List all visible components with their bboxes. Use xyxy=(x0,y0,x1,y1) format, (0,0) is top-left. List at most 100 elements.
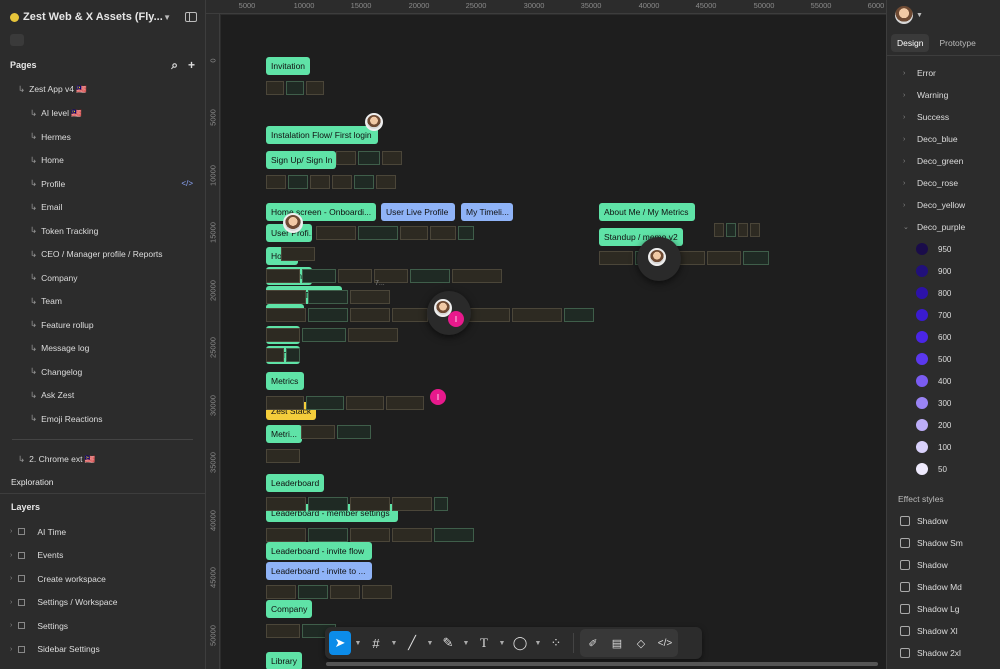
page-item[interactable]: ↳ Token Tracking xyxy=(0,219,205,243)
page-item[interactable]: ↳ Company xyxy=(0,266,205,290)
frame-label[interactable]: About Me / My Metrics xyxy=(599,203,695,221)
comment-pin[interactable]: I xyxy=(430,389,446,405)
pen-tool-icon[interactable]: ✎ xyxy=(437,631,459,655)
components-tool-icon[interactable]: ⁘ xyxy=(545,631,567,655)
style-group[interactable]: › Deco_rose xyxy=(887,172,1000,194)
effect-style-item[interactable]: Shadow Md xyxy=(887,576,1000,598)
layer-item[interactable]: › Settings xyxy=(0,614,205,638)
frame-thumbnail[interactable] xyxy=(564,308,594,322)
dev-mode-icon[interactable]: </> xyxy=(181,179,193,188)
frame-thumbnail[interactable] xyxy=(430,226,456,240)
chevron-right-icon[interactable]: › xyxy=(10,622,12,629)
frame-thumbnail[interactable] xyxy=(386,396,424,410)
collaborator-avatar[interactable] xyxy=(365,113,383,131)
frame-label[interactable]: Leaderboard - invite flow xyxy=(266,542,372,560)
shape-tool-icon[interactable]: ◯ xyxy=(509,631,531,655)
chevron-down-icon[interactable]: ▼ xyxy=(425,631,435,655)
effect-style-item[interactable]: Shadow xyxy=(887,510,1000,532)
frame-label[interactable]: Metri... xyxy=(266,425,302,443)
frame-tool-icon[interactable]: # xyxy=(365,631,387,655)
frame-label[interactable]: Sign Up/ Sign In xyxy=(266,151,336,169)
frame-label[interactable]: Invitation xyxy=(266,57,311,75)
frame-label[interactable]: Metrics xyxy=(266,372,304,390)
frame-thumbnail[interactable] xyxy=(392,497,432,511)
chevron-right-icon[interactable]: › xyxy=(10,646,12,653)
frame-thumbnail[interactable] xyxy=(350,497,390,511)
tab-design[interactable]: Design xyxy=(891,33,930,52)
frame-thumbnail[interactable] xyxy=(266,585,296,599)
frame-thumbnail[interactable] xyxy=(306,396,344,410)
frame-thumbnail[interactable] xyxy=(308,497,348,511)
layer-item[interactable]: › Events xyxy=(0,544,205,568)
page-item[interactable]: ↳ Message log xyxy=(0,337,205,361)
page-item[interactable]: ↳ Email xyxy=(0,196,205,220)
horizontal-scrollbar[interactable] xyxy=(326,662,878,666)
frame-thumbnail[interactable] xyxy=(281,247,315,261)
frame-thumbnail[interactable] xyxy=(434,528,474,542)
chevron-right-icon[interactable]: › xyxy=(10,575,12,582)
chevron-down-icon[interactable]: ▼ xyxy=(353,631,363,655)
collaborator-cursor[interactable] xyxy=(637,237,681,281)
chevron-right-icon[interactable]: › xyxy=(10,528,12,535)
search-icon[interactable]: ⌕ xyxy=(171,58,178,73)
frame-label[interactable]: Leaderboard xyxy=(266,474,324,492)
user-menu[interactable]: ▼ xyxy=(887,0,1000,30)
frame-thumbnail[interactable] xyxy=(350,308,390,322)
frame-thumbnail[interactable] xyxy=(301,425,335,439)
layer-item[interactable]: › Settings / Workspace xyxy=(0,591,205,615)
frame-thumbnail[interactable] xyxy=(400,226,428,240)
comment-pin[interactable]: I xyxy=(448,311,464,327)
frame-label[interactable]: Leaderboard - invite to ... xyxy=(266,562,372,580)
dev-mode-icon[interactable]: </> xyxy=(654,631,676,655)
chevron-down-icon[interactable]: ▼ xyxy=(497,631,507,655)
tab-prototype[interactable]: Prototype xyxy=(933,34,981,52)
frame-thumbnail[interactable] xyxy=(266,497,306,511)
frame-label[interactable]: Company xyxy=(266,600,312,618)
frame-thumbnail[interactable] xyxy=(266,348,284,362)
frame-thumbnail[interactable] xyxy=(266,308,306,322)
frame-thumbnail[interactable] xyxy=(330,585,360,599)
chevron-down-icon[interactable]: ▼ xyxy=(533,631,543,655)
frame-thumbnail[interactable] xyxy=(346,396,384,410)
layer-item[interactable]: › Sidebar Settings xyxy=(0,638,205,662)
frame-thumbnail[interactable] xyxy=(726,223,736,237)
frame-thumbnail[interactable] xyxy=(336,151,356,165)
frame-thumbnail[interactable] xyxy=(298,585,328,599)
frame-thumbnail[interactable] xyxy=(350,290,390,304)
frame-thumbnail[interactable] xyxy=(308,290,348,304)
frame-thumbnail[interactable] xyxy=(266,81,284,95)
frame-thumbnail[interactable] xyxy=(266,528,306,542)
frame-thumbnail[interactable] xyxy=(302,328,346,342)
component-mode-icon[interactable]: ◇ xyxy=(630,631,652,655)
add-page-icon[interactable]: + xyxy=(188,58,195,73)
page-item[interactable]: ↳ Profile </> xyxy=(0,172,205,196)
frame-thumbnail[interactable] xyxy=(288,175,308,189)
frame-thumbnail[interactable] xyxy=(266,449,300,463)
frame-thumbnail[interactable] xyxy=(337,425,371,439)
style-group[interactable]: › Warning xyxy=(887,84,1000,106)
frame-thumbnail[interactable] xyxy=(316,226,356,240)
frame-thumbnail[interactable] xyxy=(310,175,330,189)
chevron-down-icon[interactable]: ▼ xyxy=(389,631,399,655)
page-item[interactable]: ↳ Hermes xyxy=(0,125,205,149)
frame-thumbnail[interactable] xyxy=(354,175,374,189)
frame-thumbnail[interactable] xyxy=(306,81,324,95)
frame-thumbnail[interactable] xyxy=(358,151,380,165)
effect-style-item[interactable]: Shadow 2xl xyxy=(887,642,1000,664)
frame-thumbnail[interactable] xyxy=(350,528,390,542)
frame-thumbnail[interactable] xyxy=(410,269,450,283)
frame-thumbnail[interactable] xyxy=(362,585,392,599)
frame-thumbnail[interactable] xyxy=(358,226,398,240)
chevron-down-icon[interactable]: ▼ xyxy=(461,631,471,655)
frame-thumbnail[interactable] xyxy=(286,348,300,362)
frame-thumbnail[interactable] xyxy=(458,226,474,240)
frame-label[interactable]: Instalation Flow/ First login xyxy=(266,126,378,144)
frame-thumbnail[interactable] xyxy=(452,269,502,283)
frame-thumbnail[interactable] xyxy=(302,269,336,283)
frame-thumbnail[interactable] xyxy=(743,251,769,265)
frame-thumbnail[interactable] xyxy=(266,269,300,283)
page-item[interactable]: ↳ Feature rollup xyxy=(0,313,205,337)
chevron-right-icon[interactable]: › xyxy=(10,552,12,559)
color-style-item[interactable]: 900 xyxy=(887,260,1000,282)
frame-thumbnail[interactable] xyxy=(266,396,304,410)
